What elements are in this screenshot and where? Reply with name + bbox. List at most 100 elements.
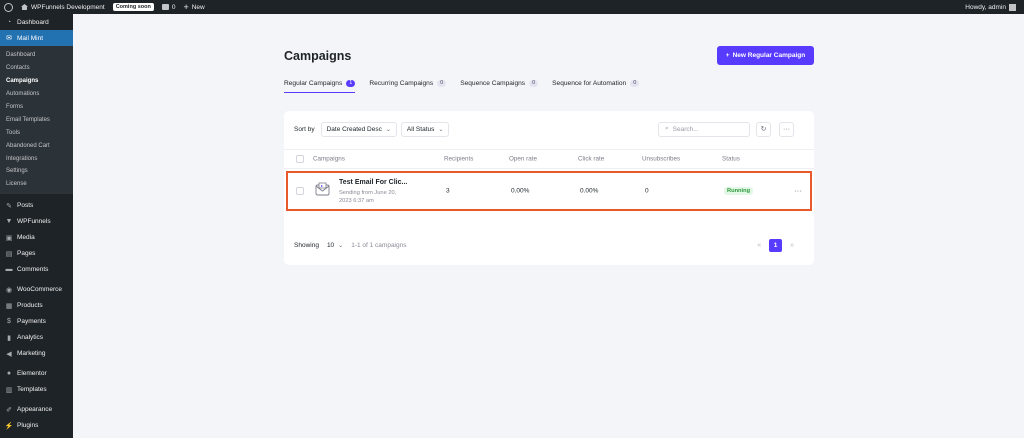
recipients-value: 3 [446, 187, 450, 195]
select-all-checkbox[interactable] [296, 155, 304, 163]
submenu-settings[interactable]: Settings [0, 165, 73, 178]
plus-icon: + [183, 2, 189, 12]
submenu-email-templates[interactable]: Email Templates [0, 113, 73, 126]
tab-sequence-for-automation[interactable]: Sequence for Automation 0 [552, 74, 640, 92]
campaign-schedule: Sending from June 20, 2023 6:37 am [339, 190, 397, 204]
tab-regular-campaigns[interactable]: Regular Campaigns 1 [284, 74, 356, 93]
marketing-icon: ◀ [6, 350, 12, 358]
elementor-icon: ● [6, 370, 12, 378]
wordpress-logo-icon[interactable] [4, 2, 13, 12]
woocommerce-icon: ◉ [5, 286, 13, 294]
campaign-tabs: Regular Campaigns 1 Recurring Campaigns … [284, 74, 640, 93]
status-badge: Running [724, 187, 754, 195]
tab-count-badge: 1 [346, 79, 356, 87]
submenu-license[interactable]: License [0, 178, 73, 191]
sidebar-item-dashboard[interactable]: ◔ Dashboard [0, 14, 73, 30]
campaigns-toolbar: Sort by Date Created Desc ⌄ All Status ⌄… [294, 120, 804, 138]
plugins-icon: ⚡ [4, 422, 14, 430]
campaigns-card: Sort by Date Created Desc ⌄ All Status ⌄… [284, 111, 814, 265]
submenu-forms[interactable]: Forms [0, 101, 73, 114]
plus-icon: + [725, 52, 730, 59]
sidebar-item-elementor[interactable]: ● Elementor [0, 366, 73, 382]
unsubscribes-value: 0 [645, 187, 649, 195]
sort-by-label: Sort by [294, 125, 315, 133]
sidebar-item-woocommerce[interactable]: ◉ WooCommerce [0, 282, 73, 298]
status-filter-select[interactable]: All Status ⌄ [400, 121, 450, 137]
more-options-button[interactable]: ··· [779, 121, 794, 137]
coming-soon-badge[interactable]: Coming soon [112, 3, 154, 11]
submenu-automations[interactable]: Automations [0, 88, 73, 101]
sidebar-item-media[interactable]: ▣ Media [0, 230, 73, 246]
analytics-icon: ▮ [7, 334, 11, 342]
next-page-icon[interactable]: » [790, 242, 794, 249]
refresh-button[interactable]: ↻ [756, 121, 771, 137]
sort-select[interactable]: Date Created Desc ⌄ [320, 121, 397, 137]
ellipsis-icon: ··· [783, 125, 790, 133]
new-regular-campaign-button[interactable]: + New Regular Campaign [717, 46, 814, 65]
row-actions-icon[interactable]: ··· [794, 187, 802, 196]
click-rate-value: 0.00% [580, 187, 599, 195]
column-open-rate: Open rate [509, 155, 538, 163]
tab-count-badge: 0 [630, 79, 640, 87]
pagination: « 1 » [757, 238, 794, 252]
table-header: Campaigns Recipients Open rate Click rat… [284, 149, 814, 169]
column-recipients: Recipients [444, 155, 474, 163]
mail-mint-submenu: Dashboard Contacts Campaigns Automations… [0, 46, 73, 194]
account-menu[interactable]: Howdy, admin [965, 3, 1016, 11]
comment-bubble-icon [161, 4, 169, 10]
admin-bar: WPFunnels Development Coming soon 0 + Ne… [0, 0, 1024, 14]
submenu-dashboard[interactable]: Dashboard [0, 49, 73, 62]
refresh-icon: ↻ [760, 126, 767, 133]
appearance-icon: ✐ [6, 406, 12, 414]
comments-link[interactable]: 0 [161, 4, 175, 11]
sidebar-item-analytics[interactable]: ▮ Analytics [0, 330, 73, 346]
page-title: Campaigns [284, 49, 352, 63]
mail-mint-icon: ✉ [6, 35, 12, 42]
results-range: 1-1 of 1 campaigns [351, 241, 407, 249]
sidebar-item-wpfunnels[interactable]: ▼ WPFunnels [0, 214, 73, 230]
row-checkbox[interactable] [296, 187, 304, 195]
open-rate-value: 0.00% [511, 187, 530, 195]
tab-count-badge: 0 [529, 79, 539, 87]
templates-icon: ▥ [5, 386, 13, 394]
sidebar-item-appearance[interactable]: ✐ Appearance [0, 402, 73, 418]
sidebar-item-plugins[interactable]: ⚡ Plugins [0, 418, 73, 434]
current-page-button[interactable]: 1 [769, 238, 783, 252]
new-content-link[interactable]: + New [183, 2, 204, 12]
admin-sidebar: ◔ Dashboard ✉ Mail Mint Dashboard Contac… [0, 14, 73, 438]
column-campaigns: Campaigns [313, 155, 345, 163]
site-name-link[interactable]: WPFunnels Development [21, 4, 105, 11]
tab-sequence-campaigns[interactable]: Sequence Campaigns 0 [460, 74, 539, 92]
sidebar-item-products[interactable]: ▦ Products [0, 298, 73, 314]
sidebar-item-comments[interactable]: ▬ Comments [0, 262, 73, 278]
sidebar-item-templates[interactable]: ▥ Templates [0, 382, 73, 398]
sidebar-item-pages[interactable]: ▤ Pages [0, 246, 73, 262]
campaign-title[interactable]: Test Email For Clic... [339, 179, 407, 186]
table-row[interactable]: Test Email For Clic... Sending from June… [286, 171, 812, 211]
submenu-abandoned-cart[interactable]: Abandoned Cart [0, 139, 73, 152]
search-input[interactable]: ⌕ Search... [658, 121, 750, 137]
pin-icon: ✎ [6, 202, 12, 210]
campaign-envelope-icon [315, 182, 330, 196]
sidebar-item-posts[interactable]: ✎ Posts [0, 198, 73, 214]
submenu-integrations[interactable]: Integrations [0, 152, 73, 165]
submenu-contacts[interactable]: Contacts [0, 62, 73, 75]
products-icon: ▦ [5, 302, 13, 310]
wpfunnels-icon: ▼ [5, 218, 13, 226]
submenu-campaigns[interactable]: Campaigns [0, 75, 73, 88]
per-page-select[interactable]: 10 ⌄ [327, 242, 343, 249]
tab-recurring-campaigns[interactable]: Recurring Campaigns 0 [369, 74, 447, 92]
sidebar-item-marketing[interactable]: ◀ Marketing [0, 346, 73, 362]
sidebar-item-payments[interactable]: $ Payments [0, 314, 73, 330]
table-footer: Showing 10 ⌄ 1-1 of 1 campaigns « 1 » [294, 237, 804, 253]
submenu-tools[interactable]: Tools [0, 126, 73, 139]
showing-label: Showing [294, 241, 319, 249]
sidebar-item-mail-mint[interactable]: ✉ Mail Mint [0, 30, 73, 46]
column-status: Status [722, 155, 740, 163]
previous-page-icon[interactable]: « [757, 242, 761, 249]
pages-icon: ▤ [5, 250, 13, 258]
main-content: Campaigns + New Regular Campaign Regular… [73, 14, 1024, 438]
tab-count-badge: 0 [437, 79, 447, 87]
column-unsubscribes: Unsubscribes [642, 155, 681, 163]
dashboard-icon: ◔ [6, 18, 12, 26]
